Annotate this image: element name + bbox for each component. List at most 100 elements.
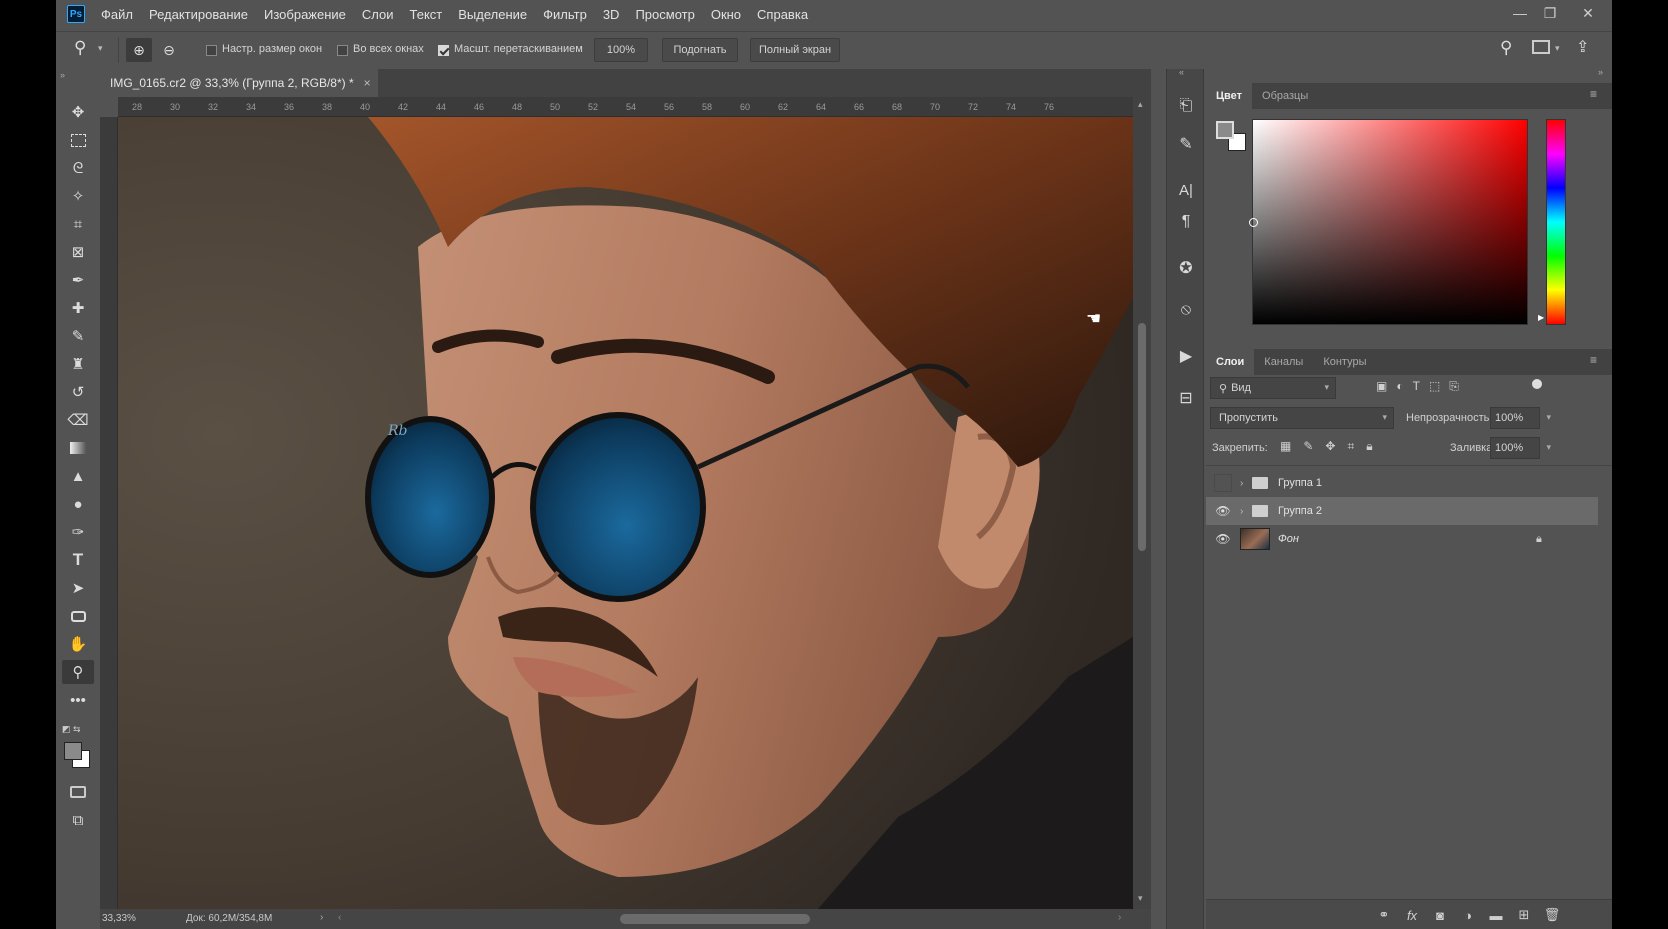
canvas[interactable]: Rb ☚: [118, 117, 1133, 909]
layers-panel-tab-0[interactable]: Слои: [1206, 349, 1255, 375]
vertical-scrollbar[interactable]: ▴ ▾: [1133, 97, 1151, 909]
share-icon[interactable]: ⇪: [1576, 37, 1589, 57]
eraser-tool-icon[interactable]: ⌫: [62, 408, 94, 432]
expand-group-icon[interactable]: ›: [1240, 478, 1243, 489]
properties-icon[interactable]: ⊟: [1170, 383, 1202, 413]
layer-row[interactable]: 👁︎ Фон 🔒︎: [1206, 525, 1598, 553]
layers-panel-tab-1[interactable]: Каналы: [1254, 349, 1313, 375]
fill-field[interactable]: 100% ▾: [1490, 437, 1551, 459]
move-tool-icon[interactable]: ✥: [62, 100, 94, 124]
lock-position-icon[interactable]: ✥: [1325, 439, 1335, 454]
filter-smart-object-icon[interactable]: ⎘: [1449, 379, 1459, 394]
scrubby-zoom-checkbox[interactable]: [438, 45, 449, 56]
layer-row[interactable]: › Группа 1: [1206, 469, 1598, 497]
layer-style-icon[interactable]: fx: [1402, 906, 1422, 924]
default-colors-icon[interactable]: ◩ ⇆: [62, 724, 81, 735]
layer-row[interactable]: 👁︎ › Группа 2: [1206, 497, 1598, 525]
chevron-down-icon[interactable]: ▾: [98, 43, 103, 54]
new-group-icon[interactable]: ▬: [1486, 906, 1506, 924]
filter-pixel-icon[interactable]: ▣: [1376, 379, 1387, 394]
libraries-icon[interactable]: ✪: [1170, 253, 1202, 283]
collapse-toolbar-icon[interactable]: »: [60, 70, 65, 80]
minimize-icon[interactable]: —: [1506, 2, 1534, 24]
type-tool-icon[interactable]: T: [62, 548, 94, 572]
frame-tool-icon[interactable]: ⊠: [62, 240, 94, 264]
menu-item-7[interactable]: 3D: [603, 7, 620, 22]
color-picker-cursor[interactable]: [1249, 218, 1258, 227]
chevron-down-icon[interactable]: ▾: [1546, 442, 1551, 453]
rectangle-tool-icon[interactable]: [62, 604, 94, 628]
zoom-tool-preset-icon[interactable]: ⚲: [74, 38, 86, 58]
menu-item-0[interactable]: Файл: [101, 7, 133, 22]
resize-windows-checkbox[interactable]: [206, 45, 217, 56]
new-layer-icon[interactable]: ⊞: [1514, 906, 1534, 924]
color-panel-swatches[interactable]: [1216, 121, 1248, 153]
gradient-tool-icon[interactable]: [62, 436, 94, 460]
lasso-tool-icon[interactable]: ᘓ: [62, 156, 94, 180]
scrollbar-thumb[interactable]: [1138, 323, 1146, 551]
more-tools-icon[interactable]: •••: [62, 688, 94, 712]
brush-settings-icon[interactable]: ✎: [1170, 129, 1202, 159]
blur-tool-icon[interactable]: ▲: [62, 464, 94, 488]
healing-brush-tool-icon[interactable]: ✚: [62, 296, 94, 320]
opacity-field[interactable]: 100% ▾: [1490, 407, 1551, 429]
lock-all-icon[interactable]: 🔒︎: [1366, 439, 1372, 454]
chevron-down-icon[interactable]: ▾: [1555, 43, 1560, 54]
brush-tool-icon[interactable]: ✎: [62, 324, 94, 348]
marquee-tool-icon[interactable]: [62, 128, 94, 152]
all-windows-checkbox[interactable]: [337, 45, 348, 56]
search-icon[interactable]: ⚲: [1500, 38, 1512, 58]
paragraph-icon[interactable]: ¶: [1170, 207, 1202, 237]
zoom-tool-icon[interactable]: ⚲: [62, 660, 94, 684]
panel-menu-icon[interactable]: ≡: [1590, 353, 1597, 367]
filter-shape-icon[interactable]: ⬚: [1429, 379, 1440, 394]
delete-layer-icon[interactable]: 🗑︎: [1542, 906, 1562, 924]
history-icon[interactable]: ⎗: [1170, 91, 1202, 121]
panel-menu-icon[interactable]: ≡: [1590, 87, 1597, 101]
workspace-icon[interactable]: [1532, 40, 1550, 54]
foreground-color-swatch[interactable]: [64, 742, 82, 760]
chevron-down-icon[interactable]: ▾: [1546, 412, 1551, 423]
lock-transparent-icon[interactable]: ▦: [1280, 439, 1291, 454]
color-swatches[interactable]: [62, 740, 94, 770]
zoom-status[interactable]: 33,33%: [102, 913, 136, 924]
screen-mode-icon[interactable]: ⧉: [62, 808, 94, 832]
add-mask-icon[interactable]: ◙: [1430, 906, 1450, 924]
scroll-left-icon[interactable]: ‹: [338, 912, 341, 923]
fullscreen-button[interactable]: Полный экран: [750, 38, 840, 62]
collapse-strip-icon[interactable]: «: [1179, 67, 1184, 77]
path-selection-tool-icon[interactable]: ➤: [62, 576, 94, 600]
hue-slider-handle[interactable]: ▶: [1538, 313, 1544, 322]
visibility-eye-icon[interactable]: [1214, 474, 1232, 492]
horizontal-scrollbar-thumb[interactable]: [620, 914, 810, 924]
scroll-up-icon[interactable]: ▴: [1138, 99, 1143, 110]
menu-item-9[interactable]: Окно: [711, 7, 741, 22]
pen-tool-icon[interactable]: ✑: [62, 520, 94, 544]
close-tab-icon[interactable]: ×: [364, 76, 371, 90]
zoom-in-icon[interactable]: ⊕: [126, 38, 152, 62]
magic-wand-tool-icon[interactable]: ✧: [62, 184, 94, 208]
adjustments-icon[interactable]: ⦸: [1170, 295, 1202, 325]
visibility-eye-icon[interactable]: 👁︎: [1214, 502, 1232, 520]
actions-play-icon[interactable]: ▶: [1170, 341, 1202, 371]
lock-artboard-icon[interactable]: ⌗: [1347, 439, 1354, 454]
filter-type-icon[interactable]: T: [1413, 379, 1420, 394]
layers-panel-tab-2[interactable]: Контуры: [1313, 349, 1376, 375]
crop-tool-icon[interactable]: ⌗: [62, 212, 94, 236]
panel-foreground-swatch[interactable]: [1216, 121, 1234, 139]
zoom-out-icon[interactable]: ⊖: [156, 38, 182, 62]
adjustment-layer-icon[interactable]: ◑: [1458, 906, 1478, 924]
layer-filter-select[interactable]: ⚲ Вид ▾: [1210, 377, 1336, 399]
menu-item-4[interactable]: Текст: [410, 7, 443, 22]
menu-item-6[interactable]: Фильтр: [543, 7, 587, 22]
visibility-eye-icon[interactable]: 👁︎: [1214, 530, 1232, 548]
menu-item-2[interactable]: Изображение: [264, 7, 346, 22]
menu-item-10[interactable]: Справка: [757, 7, 808, 22]
document-tab[interactable]: IMG_0165.cr2 @ 33,3% (Группа 2, RGB/8*) …: [100, 69, 378, 97]
clone-stamp-tool-icon[interactable]: ♜: [62, 352, 94, 376]
menu-item-5[interactable]: Выделение: [458, 7, 527, 22]
filter-adjustment-icon[interactable]: ◐: [1396, 379, 1403, 394]
link-layers-icon[interactable]: ⚭: [1374, 906, 1394, 924]
quick-mask-icon[interactable]: [62, 780, 94, 804]
restore-icon[interactable]: ❐: [1536, 2, 1564, 24]
